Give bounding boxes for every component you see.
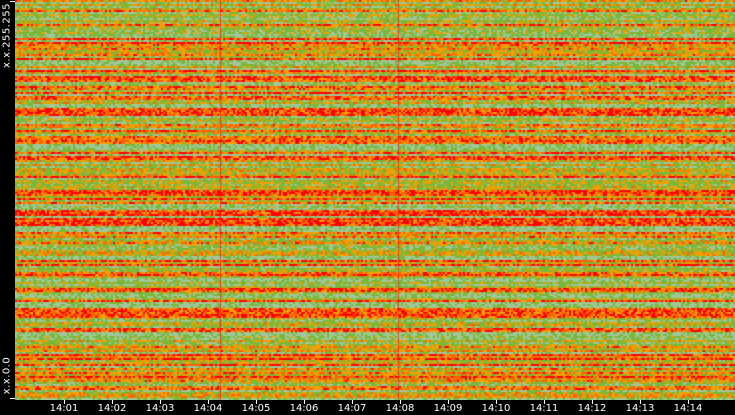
y-label-bottom: x.x.0.0 [1,356,13,395]
x-tick-label: 14:06 [289,403,319,414]
x-tick-label: 14:07 [337,403,367,414]
x-tick-label: 14:11 [529,403,559,414]
x-tick-label: 14:09 [433,403,463,414]
y-label-top: x.x.255.255 [1,2,13,69]
x-tick-label: 14:01 [49,403,79,414]
x-tick-label: 14:14 [673,403,703,414]
x-tick-label: 14:10 [481,403,511,414]
x-tick-label: 14:13 [625,403,655,414]
x-tick-label: 14:02 [97,403,127,414]
x-tick-label: 14:04 [193,403,223,414]
x-tick-label: 14:05 [241,403,271,414]
x-tick-label: 14:03 [145,403,175,414]
heatmap-cells [15,0,735,400]
x-tick-label: 14:12 [577,403,607,414]
x-tick-label: 14:08 [385,403,415,414]
